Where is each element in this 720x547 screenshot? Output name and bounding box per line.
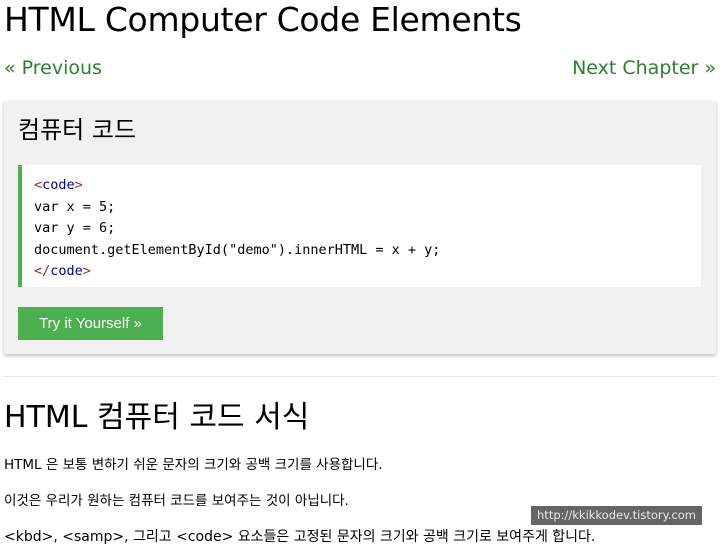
code-line-close-tag: </code>: [34, 261, 701, 283]
page-title: HTML Computer Code Elements: [4, 0, 522, 39]
example-heading: 컴퓨터 코드: [18, 116, 137, 144]
code-close-gt: >: [82, 263, 91, 279]
code-open-gt: >: [74, 177, 83, 193]
code-line-open-tag: <code>: [34, 175, 701, 197]
section-title: HTML 컴퓨터 코드 서식: [4, 400, 310, 435]
code-close-tag-name: code: [50, 263, 83, 279]
code-example: <code> var x = 5; var y = 6; document.ge…: [18, 165, 701, 287]
code-open-tag-name: code: [42, 177, 75, 193]
code-line-4: document.getElementById("demo").innerHTM…: [34, 241, 441, 258]
paragraph-2: 이것은 우리가 원하는 컴퓨터 코드를 보여주는 것이 아닙니다.: [4, 493, 349, 509]
code-line-2: var x = 5;: [34, 198, 116, 215]
code-open-lt: <: [34, 177, 43, 193]
section-divider: [4, 376, 716, 377]
example-panel: 컴퓨터 코드 <code> var x = 5; var y = 6; docu…: [4, 101, 716, 354]
paragraph-3: <kbd>, <samp>, 그리고 <code> 요소들은 고정된 문자의 크…: [4, 529, 596, 545]
next-chapter-link[interactable]: Next Chapter »: [572, 55, 716, 81]
previous-link[interactable]: « Previous: [4, 55, 102, 81]
paragraph-1: HTML 은 보통 변하기 쉬운 문자의 크기와 공백 크기를 사용합니다.: [4, 457, 383, 473]
watermark: http://kkikkodev.tistory.com: [531, 506, 702, 525]
code-line-3: var y = 6;: [34, 220, 116, 236]
try-it-yourself-button[interactable]: Try it Yourself »: [18, 307, 163, 340]
code-close-lt: </: [34, 263, 51, 279]
